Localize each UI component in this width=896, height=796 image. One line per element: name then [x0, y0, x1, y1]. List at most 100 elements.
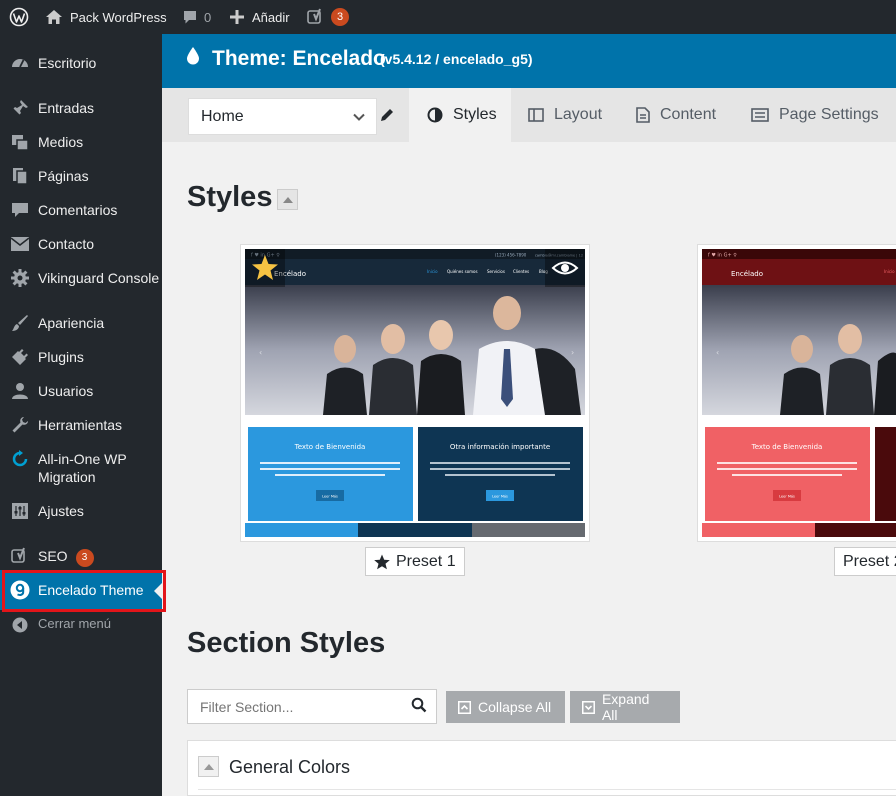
site-name-link[interactable]: Pack WordPress — [45, 0, 167, 34]
wordpress-logo-icon[interactable] — [9, 0, 29, 34]
search-icon[interactable] — [411, 697, 427, 713]
svg-text:‹: ‹ — [259, 348, 262, 357]
thumb-nav-0: Inicio — [427, 269, 438, 274]
tab-label: Layout — [554, 106, 603, 123]
user-icon — [10, 381, 30, 401]
sidebar-item-label: SEO — [38, 548, 68, 564]
seo-badge: 3 — [75, 549, 94, 567]
tab-label: Page Settings — [779, 106, 879, 123]
thumb-nav-2: Servicios — [487, 269, 505, 274]
sidebar-item-encelado-theme[interactable]: Encelado Theme — [0, 570, 162, 610]
expand-square-icon — [582, 700, 595, 714]
sidebar-item-label: Apariencia — [38, 315, 105, 331]
sidebar-item-label: Herramientas — [38, 417, 123, 433]
comments-link[interactable]: 0 — [182, 0, 211, 34]
filter-section-input[interactable] — [187, 689, 437, 724]
pages-icon — [10, 166, 30, 186]
expand-all-button[interactable]: Expand All — [570, 691, 680, 723]
tab-content[interactable]: Content — [636, 88, 716, 142]
thumb2-box1-title: Texto de Bienvenida — [751, 443, 823, 451]
pencil-icon[interactable] — [380, 108, 394, 122]
settings-icon — [10, 501, 30, 521]
tab-styles[interactable]: Styles — [409, 88, 511, 142]
add-new-link[interactable]: Añadir — [230, 0, 290, 34]
sidebar-item-usuarios[interactable]: Usuarios — [0, 381, 162, 401]
sidebar-item-label: Comentarios — [38, 202, 118, 218]
editor-toolbar: Home Styles Layout Content Page Settings — [162, 88, 896, 142]
divider — [198, 789, 896, 790]
sidebar-item-paginas[interactable]: Páginas — [0, 166, 162, 186]
tab-layout[interactable]: Layout — [528, 88, 602, 142]
page-title: Theme: Encelado — [212, 47, 386, 70]
thumb2-button: Leer Más — [779, 495, 795, 499]
sidebar-item-seo[interactable]: SEO 3 — [0, 546, 162, 567]
sidebar-item-label: Medios — [38, 134, 84, 150]
preset-1-button[interactable]: Preset 1 — [365, 547, 465, 576]
sidebar-item-apariencia[interactable]: Apariencia — [0, 313, 162, 333]
preset-1-preview: f ♥ in G+ ⚲ (123) 456-7890 cambia@mi.cam… — [245, 249, 585, 537]
page-select[interactable]: Home — [188, 98, 377, 135]
yoast-menu[interactable]: 3 — [307, 0, 349, 34]
pushpin-icon — [10, 98, 30, 118]
preset-2-button[interactable]: Preset 2 — [834, 547, 896, 576]
comments-count: 0 — [204, 9, 212, 25]
document-icon — [636, 107, 650, 123]
thumb-button-1: Leer Más — [322, 495, 338, 499]
sidebar-item-label: Escritorio — [38, 55, 97, 71]
collapse-all-button[interactable]: Collapse All — [446, 691, 565, 723]
migration-icon — [10, 449, 30, 469]
preset-thumbnail-2[interactable]: f ♥ in G+ ⚲ Encélado Inicio ‹ Texto de B… — [697, 244, 896, 542]
thumb2-brand: Encélado — [731, 270, 763, 278]
thumb2-nav-0: Inicio — [884, 269, 895, 274]
admin-bar: Pack WordPress 0 Añadir 3 — [0, 0, 896, 34]
sidebar-item-plugins[interactable]: Plugins — [0, 347, 162, 367]
collapse-menu-button[interactable]: Cerrar menú — [0, 615, 162, 633]
paintbrush-icon — [10, 313, 30, 333]
sidebar-item-label: Vikinguard Console — [38, 270, 160, 286]
styles-heading: Styles — [187, 181, 273, 213]
yoast-icon — [10, 546, 30, 566]
media-icon — [10, 132, 30, 152]
collapse-general-colors-button[interactable] — [198, 756, 219, 777]
thumb-nav-3: Clientes — [513, 269, 529, 274]
expand-all-label: Expand All — [601, 691, 650, 723]
preset-2-preview: f ♥ in G+ ⚲ Encélado Inicio ‹ Texto de B… — [702, 249, 896, 537]
gear-icon — [10, 268, 30, 288]
plugin-icon — [10, 347, 30, 367]
tab-label: Styles — [453, 106, 497, 123]
sidebar-item-vikinguard[interactable]: Vikinguard Console — [0, 268, 162, 288]
theme-version: (v5.4.12 / encelado_g5) — [380, 51, 533, 67]
drop-icon — [187, 47, 199, 65]
sidebar-item-label: Encelado Theme — [38, 582, 144, 598]
thumb-nav-1: Quiénes somos — [447, 269, 478, 274]
yoast-icon — [307, 8, 321, 24]
sidebar-item-medios[interactable]: Medios — [0, 132, 162, 152]
preset-label: Preset 1 — [396, 552, 456, 570]
sidebar-item-all-in-one-migration[interactable]: All-in-One WP Migration — [0, 449, 162, 489]
add-new-label: Añadir — [252, 9, 290, 25]
sidebar-item-comentarios[interactable]: Comentarios — [0, 200, 162, 220]
sidebar-item-label: Usuarios — [38, 383, 94, 399]
collapse-icon — [10, 615, 30, 635]
thumb-button-2: Leer Más — [492, 495, 508, 499]
svg-text:›: › — [571, 348, 574, 357]
home-icon — [46, 10, 62, 24]
collapse-styles-button[interactable] — [277, 189, 298, 210]
sidebar-item-herramientas[interactable]: Herramientas — [0, 415, 162, 435]
sidebar-item-ajustes[interactable]: Ajustes — [0, 501, 162, 521]
contrast-icon — [427, 107, 443, 123]
sidebar-item-label: All-in-One WP Migration — [38, 451, 127, 485]
collapse-square-icon — [458, 700, 471, 714]
star-icon — [374, 554, 390, 569]
sidebar-item-escritorio[interactable]: Escritorio — [0, 53, 162, 73]
sidebar-item-contacto[interactable]: Contacto — [0, 234, 162, 254]
tab-page-settings[interactable]: Page Settings — [751, 88, 879, 142]
sidebar-item-entradas[interactable]: Entradas — [0, 98, 162, 118]
plus-icon — [230, 10, 244, 24]
preset-thumbnail-1[interactable]: f ♥ in G+ ⚲ (123) 456-7890 cambia@mi.cam… — [240, 244, 590, 542]
caret-up-icon — [203, 763, 214, 770]
svg-text:‹: ‹ — [716, 348, 719, 357]
active-menu-arrow — [154, 583, 162, 599]
layout-icon — [528, 108, 544, 122]
collapse-all-label: Collapse All — [478, 699, 552, 715]
